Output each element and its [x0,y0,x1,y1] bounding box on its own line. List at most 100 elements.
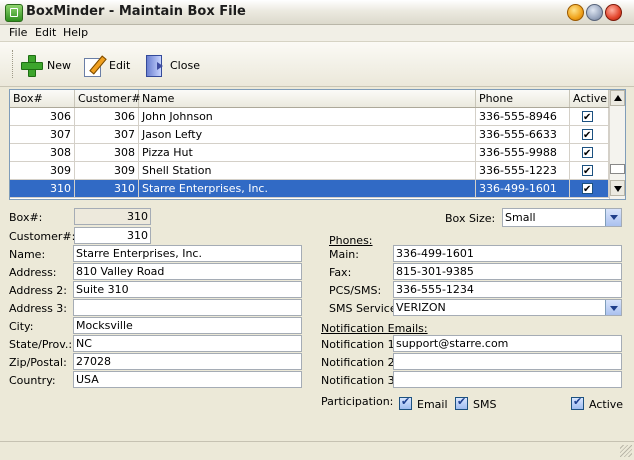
country-label: Country: [9,374,56,387]
maximize-button[interactable] [586,4,603,21]
toolbar: New Edit Close [0,42,634,87]
table-scrollbar[interactable] [609,90,625,199]
edit-button[interactable]: Edit [82,51,130,79]
menu-help[interactable]: Help [63,26,88,39]
close-window-button[interactable] [605,4,622,21]
box-size-value: Small [505,211,536,224]
address3-field[interactable] [73,299,302,316]
box-number-field: 310 [74,208,151,225]
close-button-label: Close [170,58,200,72]
column-header-customer[interactable]: Customer# [75,90,141,107]
active-checkbox-cell[interactable] [582,109,593,125]
cell-phone: 336-499-1601 [476,180,570,198]
notification1-label: Notification 1: [321,338,399,351]
table-row[interactable]: 308 308 Pizza Hut 336-555-9988 [10,144,609,162]
sms-checkbox[interactable] [455,395,468,410]
city-field[interactable]: Mocksville [73,317,302,334]
address2-field[interactable]: Suite 310 [73,281,302,298]
name-label: Name: [9,248,46,261]
sms-service-label: SMS Service: [329,302,401,315]
address-field[interactable]: 810 Valley Road [73,263,302,280]
cell-customer: 307 [75,126,139,144]
menu-edit[interactable]: Edit [35,26,56,39]
active-checkbox-cell[interactable] [582,181,593,197]
state-label: State/Prov.: [9,338,73,351]
chevron-down-icon[interactable] [605,209,621,226]
cell-box: 308 [10,144,75,162]
fax-label: Fax: [329,266,352,279]
main-phone-field[interactable]: 336-499-1601 [393,245,622,262]
column-header-active[interactable]: Active [570,90,609,107]
column-header-box[interactable]: Box# [10,90,75,107]
cell-name: Jason Lefty [139,126,476,144]
customer-number-field[interactable]: 310 [74,227,151,244]
name-field[interactable]: Starre Enterprises, Inc. [73,245,302,262]
column-header-name[interactable]: Name [139,90,476,107]
column-header-phone[interactable]: Phone [476,90,570,107]
add-icon [20,54,43,77]
resize-grip-icon[interactable] [620,445,632,457]
scroll-up-arrow-icon[interactable] [610,90,625,106]
pcs-sms-field[interactable]: 336-555-1234 [393,281,622,298]
table-row[interactable]: 307 307 Jason Lefty 336-555-6633 [10,126,609,144]
notification-emails-heading: Notification Emails: [321,322,428,335]
cell-phone: 336-555-8946 [476,108,570,126]
notification3-field[interactable] [393,371,622,388]
cell-box: 306 [10,108,75,126]
cell-phone: 336-555-6633 [476,126,570,144]
sms-checkbox-label: SMS [473,398,497,411]
cell-customer: 306 [75,108,139,126]
cell-phone: 336-555-9988 [476,144,570,162]
cell-name: Starre Enterprises, Inc. [139,180,476,198]
email-checkbox[interactable] [399,395,412,410]
table-header: Box# Customer# Name Phone Active [10,90,609,108]
cell-customer: 309 [75,162,139,180]
toolbar-grip [12,50,15,78]
exit-door-icon [143,54,165,77]
active-checkbox-cell[interactable] [582,145,593,161]
state-field[interactable]: NC [73,335,302,352]
email-checkbox-label: Email [417,398,448,411]
cell-name: Shell Station [139,162,476,180]
country-field[interactable]: USA [73,371,302,388]
notification2-field[interactable] [393,353,622,370]
table-row[interactable]: 306 306 John Johnson 336-555-8946 [10,108,609,126]
chevron-down-icon[interactable] [605,300,621,315]
cell-active [570,162,609,180]
box-table: Box# Customer# Name Phone Active 306 306 J… [9,89,626,200]
table-row[interactable]: 310 310 Starre Enterprises, Inc. 336-499-16… [10,180,609,198]
new-button[interactable]: New [20,51,71,79]
city-label: City: [9,320,34,333]
new-button-label: New [47,58,71,72]
address-label: Address: [9,266,57,279]
zip-label: Zip/Postal: [9,356,67,369]
zip-field[interactable]: 27028 [73,353,302,370]
app-icon [5,4,23,22]
active-checkbox-cell[interactable] [582,163,593,179]
title-bar: BoxMinder - Maintain Box File [0,0,634,25]
scroll-down-arrow-icon[interactable] [610,180,625,196]
sms-service-select[interactable]: VERIZON [393,299,622,316]
scroll-thumb[interactable] [610,164,625,174]
menu-file[interactable]: File [9,26,27,39]
edit-icon [82,54,107,77]
cell-customer: 308 [75,144,139,162]
cell-box: 307 [10,126,75,144]
active-checkbox[interactable] [571,395,584,410]
minimize-button[interactable] [567,4,584,21]
close-button[interactable]: Close [143,51,200,79]
customer-label: Customer#: [9,230,76,243]
cell-active [570,108,609,126]
edit-button-label: Edit [109,58,131,72]
fax-field[interactable]: 815-301-9385 [393,263,622,280]
box-label: Box#: [9,211,43,224]
notification1-field[interactable]: support@starre.com [393,335,622,352]
cell-active [570,144,609,162]
active-checkbox-cell[interactable] [582,127,593,143]
box-size-select[interactable]: Small [502,208,622,227]
notification3-label: Notification 3: [321,374,399,387]
cell-active [570,180,609,198]
table-row[interactable]: 309 309 Shell Station 336-555-1223 [10,162,609,180]
sms-service-value: VERIZON [396,301,446,314]
status-bar [0,441,634,460]
